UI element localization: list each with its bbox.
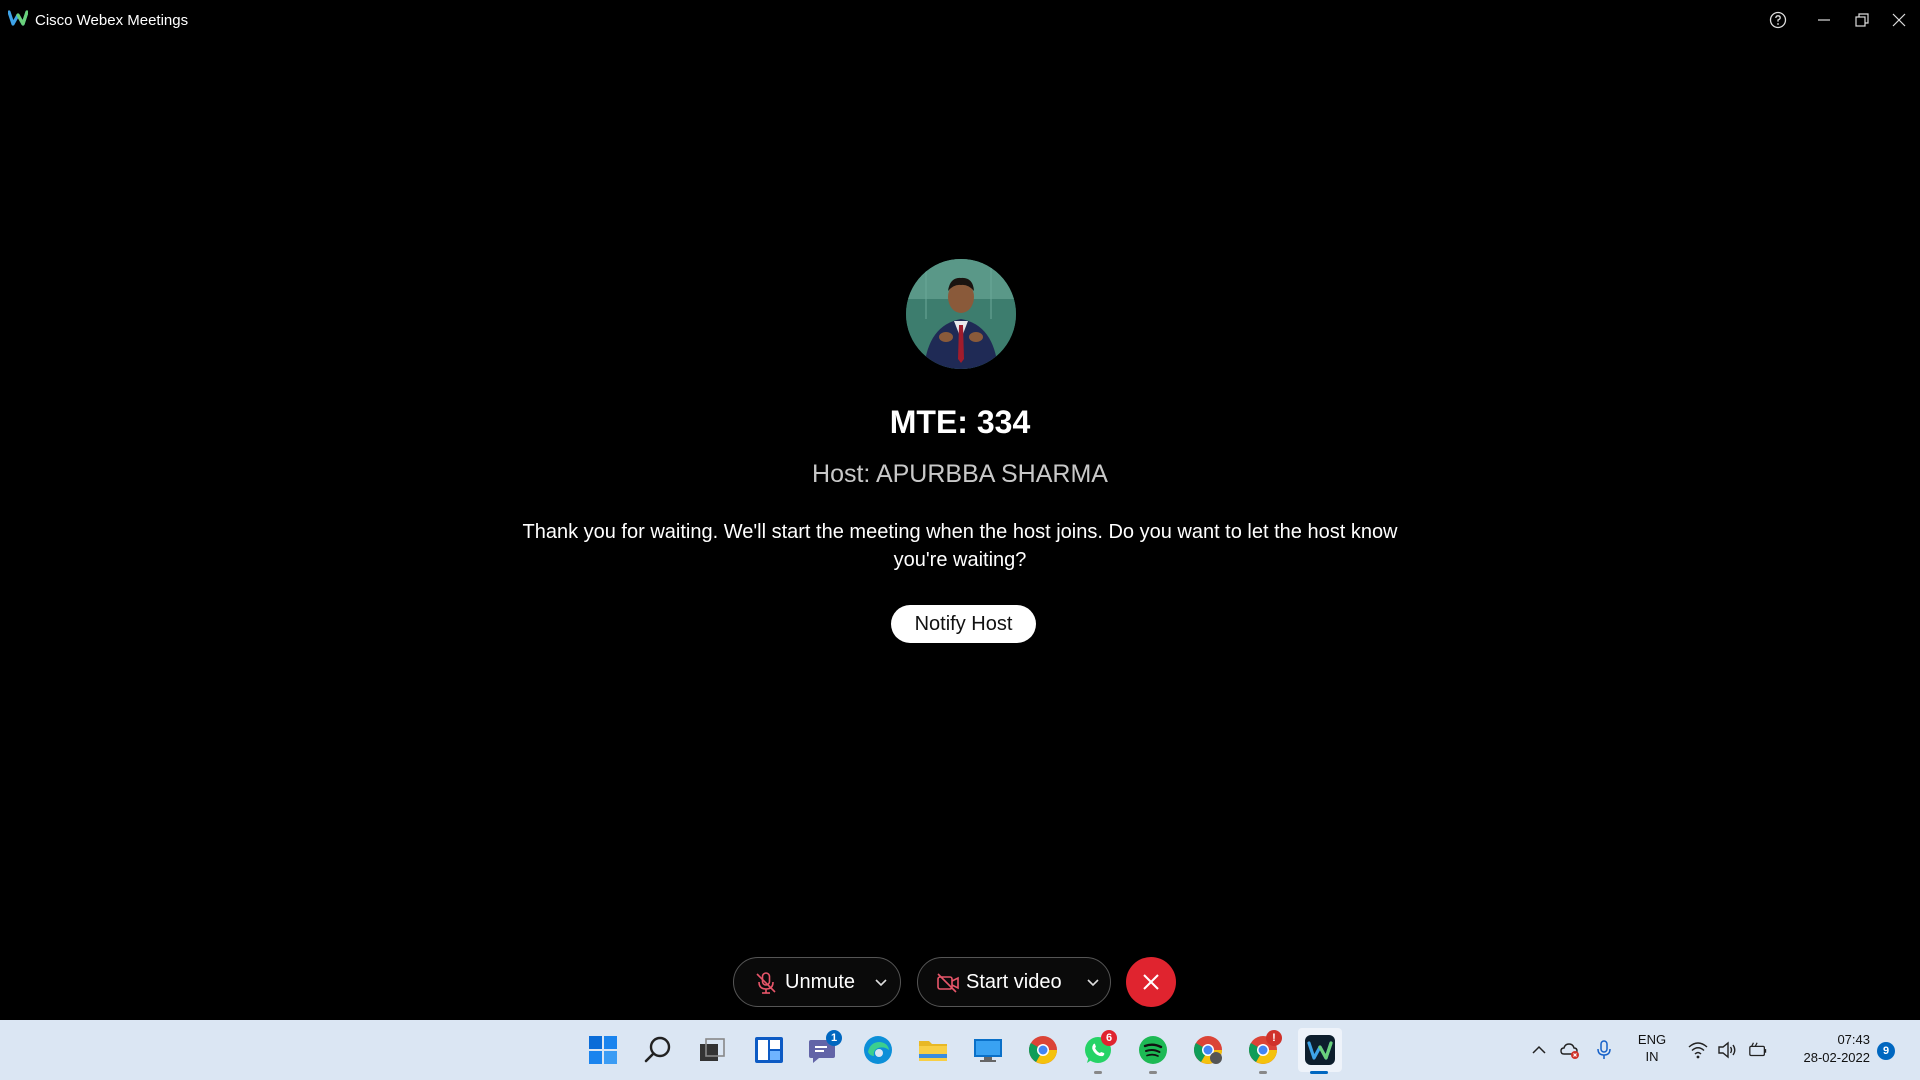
whatsapp-badge: 6 (1101, 1030, 1117, 1046)
webex-window: Cisco Webex Meetings MTE: 334 Host: APUR… (0, 0, 1920, 1020)
leave-meeting-button[interactable] (1126, 957, 1176, 1007)
spotify-running-indicator (1149, 1071, 1157, 1074)
monitor-icon (974, 1039, 1002, 1062)
notify-host-button[interactable]: Notify Host (891, 605, 1036, 643)
widgets-icon (755, 1037, 783, 1063)
cloud-error-icon (1560, 1043, 1579, 1059)
language-code: ENG (1637, 1032, 1667, 1047)
folder-icon (919, 1041, 947, 1061)
unmute-options-chevron-down-icon[interactable] (872, 973, 890, 991)
search-button[interactable] (640, 1032, 676, 1068)
meeting-title: MTE: 334 (889, 404, 1031, 440)
task-view-button[interactable] (694, 1032, 730, 1068)
help-icon (1769, 11, 1787, 29)
spotify-button[interactable] (1135, 1032, 1171, 1068)
chevron-up-icon (1532, 1045, 1546, 1054)
speaker-icon (1718, 1041, 1736, 1059)
chrome-button[interactable] (1025, 1032, 1061, 1068)
notification-center-badge[interactable]: 9 (1877, 1042, 1895, 1060)
whatsapp-running-indicator (1094, 1071, 1102, 1074)
start-video-label: Start video (966, 971, 1062, 993)
task-view-icon (700, 1038, 725, 1061)
close-window-button[interactable] (1885, 6, 1913, 34)
host-avatar (906, 259, 1016, 369)
battery-button[interactable] (1748, 1040, 1768, 1060)
window-title: Cisco Webex Meetings (35, 12, 189, 29)
webex-active-indicator (1310, 1071, 1328, 1074)
video-options-chevron-down-icon[interactable] (1084, 973, 1102, 991)
chrome-running-indicator (1259, 1071, 1267, 1074)
restore-button[interactable] (1848, 6, 1876, 34)
webex-logo-icon (8, 10, 28, 26)
search-icon (644, 1036, 671, 1063)
chrome-browser-icon (1028, 1036, 1057, 1064)
restore-icon (1855, 13, 1869, 27)
help-button[interactable] (1764, 6, 1792, 34)
clock-time: 07:43 (1837, 1032, 1870, 1047)
webex-taskbar-button[interactable] (1298, 1028, 1342, 1072)
host-name: Host: APURBBA SHARMA (812, 460, 1108, 488)
close-icon (1892, 13, 1906, 27)
language-region: IN (1645, 1049, 1659, 1064)
chrome-alert-badge: ! (1266, 1030, 1282, 1046)
battery-charging-icon (1749, 1042, 1767, 1057)
unmute-button[interactable]: Unmute (733, 957, 901, 1007)
unmute-label: Unmute (785, 971, 856, 993)
clock-date: 28-02-2022 (1803, 1050, 1871, 1065)
close-icon (1143, 974, 1159, 990)
file-explorer-button[interactable] (915, 1032, 951, 1068)
waiting-message: Thank you for waiting. We'll start the m… (522, 521, 1398, 571)
host-photo (906, 259, 1016, 369)
widgets-button[interactable] (751, 1032, 787, 1068)
clock[interactable]: 07:43 28-02-2022 (1780, 1032, 1871, 1065)
wifi-button[interactable] (1688, 1040, 1708, 1060)
minimize-button[interactable] (1810, 6, 1838, 34)
chrome-profile-icon (1193, 1036, 1222, 1064)
chrome-profile-button[interactable] (1190, 1032, 1226, 1068)
start-button[interactable] (585, 1032, 621, 1068)
edge-button[interactable] (860, 1032, 896, 1068)
windows-logo-icon (589, 1036, 617, 1064)
volume-button[interactable] (1717, 1040, 1737, 1060)
edge-browser-icon (864, 1036, 892, 1064)
minimize-icon (1818, 19, 1830, 21)
microphone-muted-icon (756, 972, 776, 994)
language-indicator[interactable]: ENG IN (1632, 1032, 1672, 1064)
onedrive-status-button[interactable] (1560, 1040, 1580, 1060)
show-hidden-icons-button[interactable] (1529, 1040, 1549, 1060)
title-bar: Cisco Webex Meetings (0, 0, 1920, 40)
remote-desktop-button[interactable] (970, 1032, 1006, 1068)
teams-badge: 1 (826, 1030, 842, 1046)
spotify-icon (1139, 1036, 1167, 1064)
camera-off-icon (937, 973, 959, 993)
wifi-icon (1688, 1042, 1708, 1059)
webex-icon (1305, 1035, 1335, 1065)
microphone-icon (1597, 1040, 1611, 1059)
microphone-tray-button[interactable] (1594, 1040, 1614, 1060)
start-video-button[interactable]: Start video (917, 957, 1111, 1007)
